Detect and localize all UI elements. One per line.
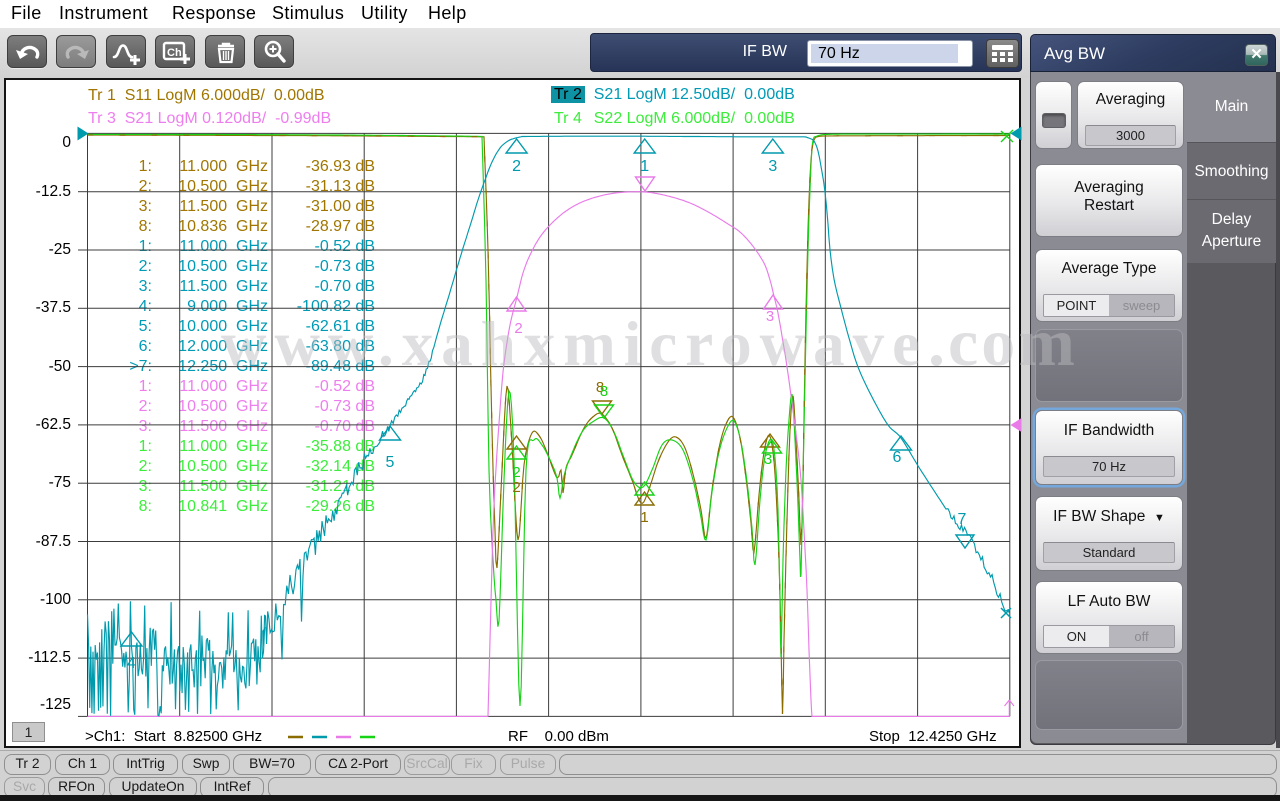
svg-text:Ch: Ch — [167, 47, 182, 59]
